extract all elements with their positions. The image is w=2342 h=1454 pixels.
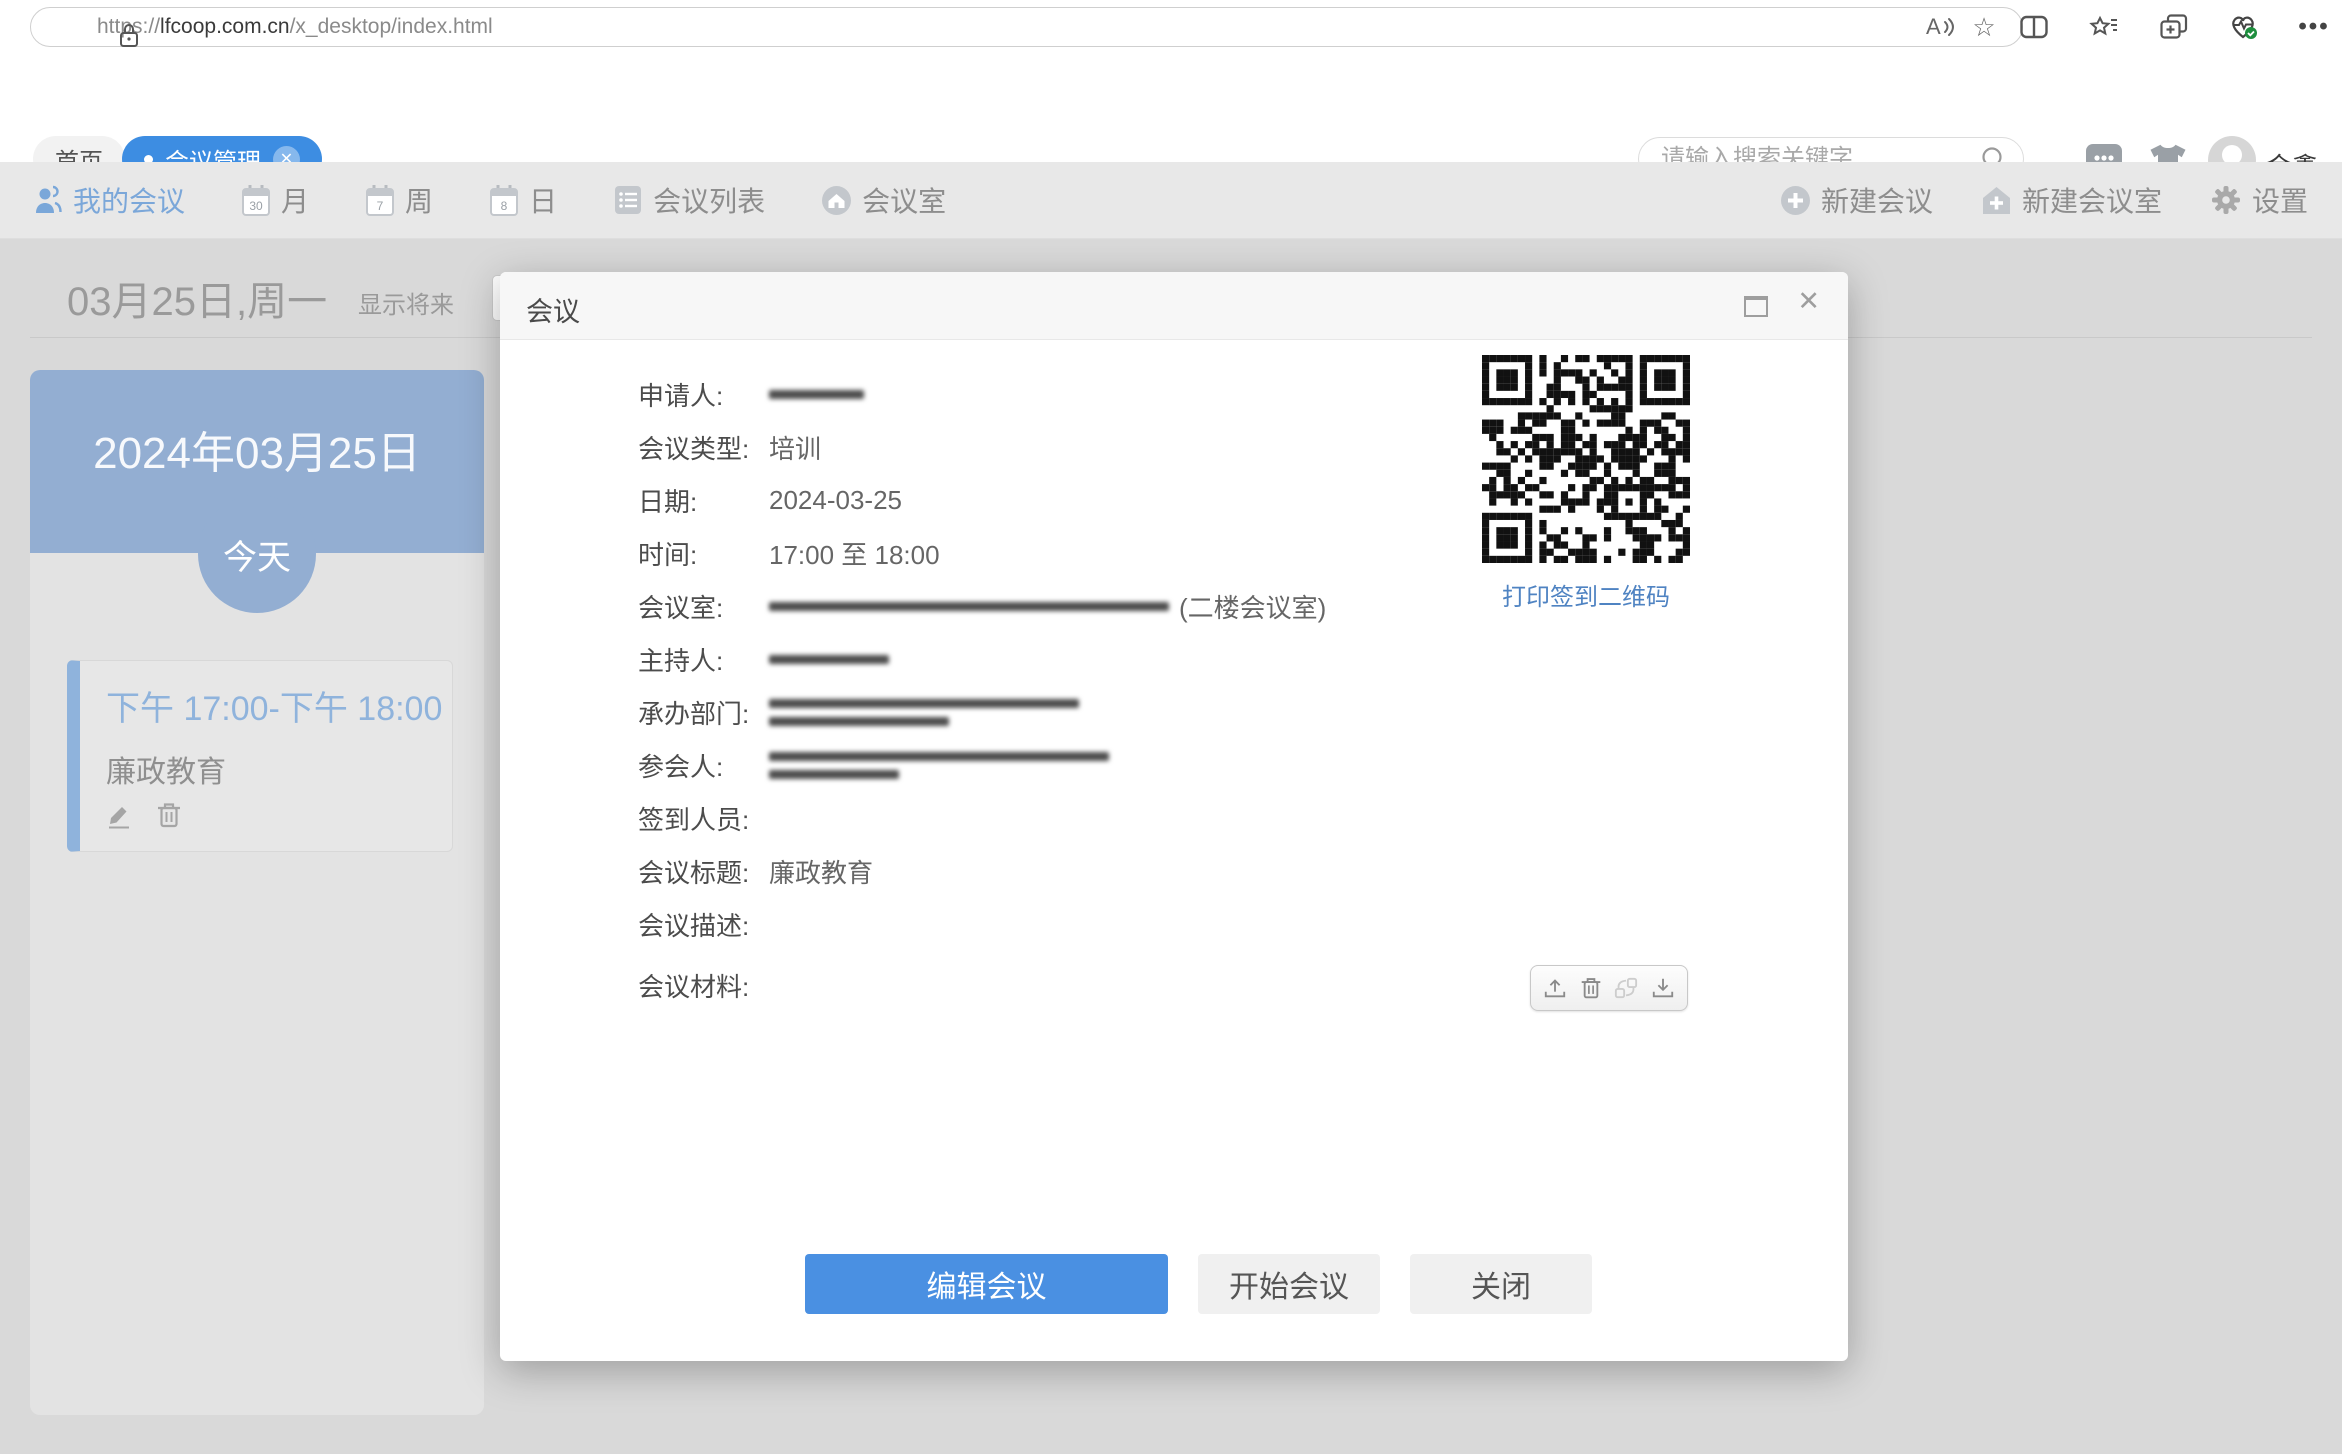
materials-toolbar (1530, 965, 1688, 1011)
day-card-date: 2024年03月25日 (93, 417, 421, 481)
browser-essentials-icon[interactable] (2222, 7, 2266, 47)
menu-new-meeting[interactable]: 新建会议 (1780, 180, 1933, 220)
edit-meeting-button[interactable]: 编辑会议 (805, 1254, 1168, 1314)
redacted-value (769, 602, 1169, 611)
redacted-value (769, 752, 1109, 761)
menubar: 我的会议 30 月 7 周 (0, 162, 2342, 239)
close-icon[interactable]: ✕ (1797, 286, 1820, 317)
favorite-star-icon[interactable]: ☆ (1962, 7, 2006, 47)
menu-new-meeting-room[interactable]: 新建会议室 (1981, 180, 2162, 220)
edit-icon[interactable] (106, 801, 132, 829)
menu-meeting-list[interactable]: 会议列表 (613, 180, 765, 220)
svg-text:A: A (1926, 14, 1941, 39)
redacted-value (769, 770, 899, 779)
home-circle-icon (821, 185, 852, 216)
browser-actions: ••• (2012, 7, 2336, 47)
browser-toolbar: https://lfcoop.com.cn/x_desktop/index.ht… (0, 0, 2342, 55)
upload-icon[interactable] (1543, 976, 1567, 1000)
meeting-detail-modal: 会议 ✕ 申请人: 会议类型: 培训 日期: 2024-03-25 时间: 17… (500, 272, 1848, 1361)
modal-title: 会议 (526, 290, 580, 329)
redacted-value (769, 717, 949, 726)
field-checked-in: 签到人员: (638, 792, 1678, 845)
close-button[interactable]: 关闭 (1410, 1254, 1592, 1314)
download-icon[interactable] (1651, 976, 1675, 1000)
start-meeting-button[interactable]: 开始会议 (1198, 1254, 1380, 1314)
field-host: 主持人: (638, 633, 1678, 686)
field-meeting-description: 会议描述: (638, 898, 1678, 951)
calendar-month-icon: 30 (241, 184, 271, 217)
gear-icon (2210, 184, 2242, 216)
url-text: https://lfcoop.com.cn/x_desktop/index.ht… (97, 15, 493, 39)
favorites-bar-icon[interactable] (2082, 7, 2126, 47)
meeting-title: 廉政教育 (106, 747, 226, 791)
split-screen-icon[interactable] (2012, 7, 2056, 47)
redacted-value (769, 655, 889, 664)
modal-header: 会议 ✕ (500, 272, 1848, 340)
lock-icon (119, 22, 139, 48)
menu-settings[interactable]: 设置 (2210, 180, 2308, 220)
delete-icon[interactable] (156, 801, 182, 829)
meeting-app: https://lfcoop.com.cn/x_desktop/index.ht… (0, 0, 2342, 1454)
date-heading: 03月25日,周一 (67, 269, 327, 327)
day-panel: 2024年03月25日 今天 下午 17:00-下午 18:00 廉政教育 (30, 370, 484, 1415)
svg-text:7: 7 (377, 199, 384, 213)
maximize-icon[interactable] (1744, 296, 1768, 317)
collections-icon[interactable] (2152, 7, 2196, 47)
svg-text:8: 8 (501, 199, 508, 213)
calendar-week-icon: 7 (365, 184, 395, 217)
plus-circle-icon (1780, 185, 1811, 216)
field-meeting-subject: 会议标题: 廉政教育 (638, 845, 1678, 898)
signin-qr-code (1482, 355, 1690, 563)
delete-material-icon[interactable] (1580, 976, 1602, 1000)
redacted-value (769, 390, 864, 399)
address-bar[interactable]: https://lfcoop.com.cn/x_desktop/index.ht… (30, 7, 2023, 47)
meeting-time: 下午 17:00-下午 18:00 (106, 681, 442, 730)
qr-block: 打印签到二维码 (1482, 355, 1690, 612)
menu-week-view[interactable]: 7 周 (365, 180, 433, 220)
show-future-label: 显示将来 (358, 285, 454, 320)
today-badge[interactable]: 今天 (198, 495, 316, 613)
read-aloud-icon[interactable]: A (1918, 7, 1962, 47)
list-icon (613, 184, 643, 216)
field-organizing-dept: 承办部门: (638, 686, 1678, 739)
share-icon[interactable] (1614, 976, 1638, 1000)
field-meeting-materials: 会议材料: (638, 959, 1678, 1012)
redacted-value (769, 699, 1079, 708)
menu-my-meetings[interactable]: 我的会议 (33, 180, 185, 220)
more-options-icon[interactable]: ••• (2292, 7, 2336, 47)
home-plus-icon (1981, 185, 2012, 216)
menu-day-view[interactable]: 8 日 (489, 180, 557, 220)
menu-month-view[interactable]: 30 月 (241, 180, 309, 220)
calendar-day-icon: 8 (489, 184, 519, 217)
field-attendees: 参会人: (638, 739, 1678, 792)
print-qr-link[interactable]: 打印签到二维码 (1502, 577, 1670, 612)
menu-meeting-rooms[interactable]: 会议室 (821, 180, 946, 220)
app-header: 首页 会议管理 ✕ 金鑫鑫 (0, 54, 2342, 162)
svg-text:30: 30 (249, 199, 263, 213)
person-icon (33, 185, 63, 215)
meeting-card[interactable]: 下午 17:00-下午 18:00 廉政教育 (67, 660, 453, 852)
